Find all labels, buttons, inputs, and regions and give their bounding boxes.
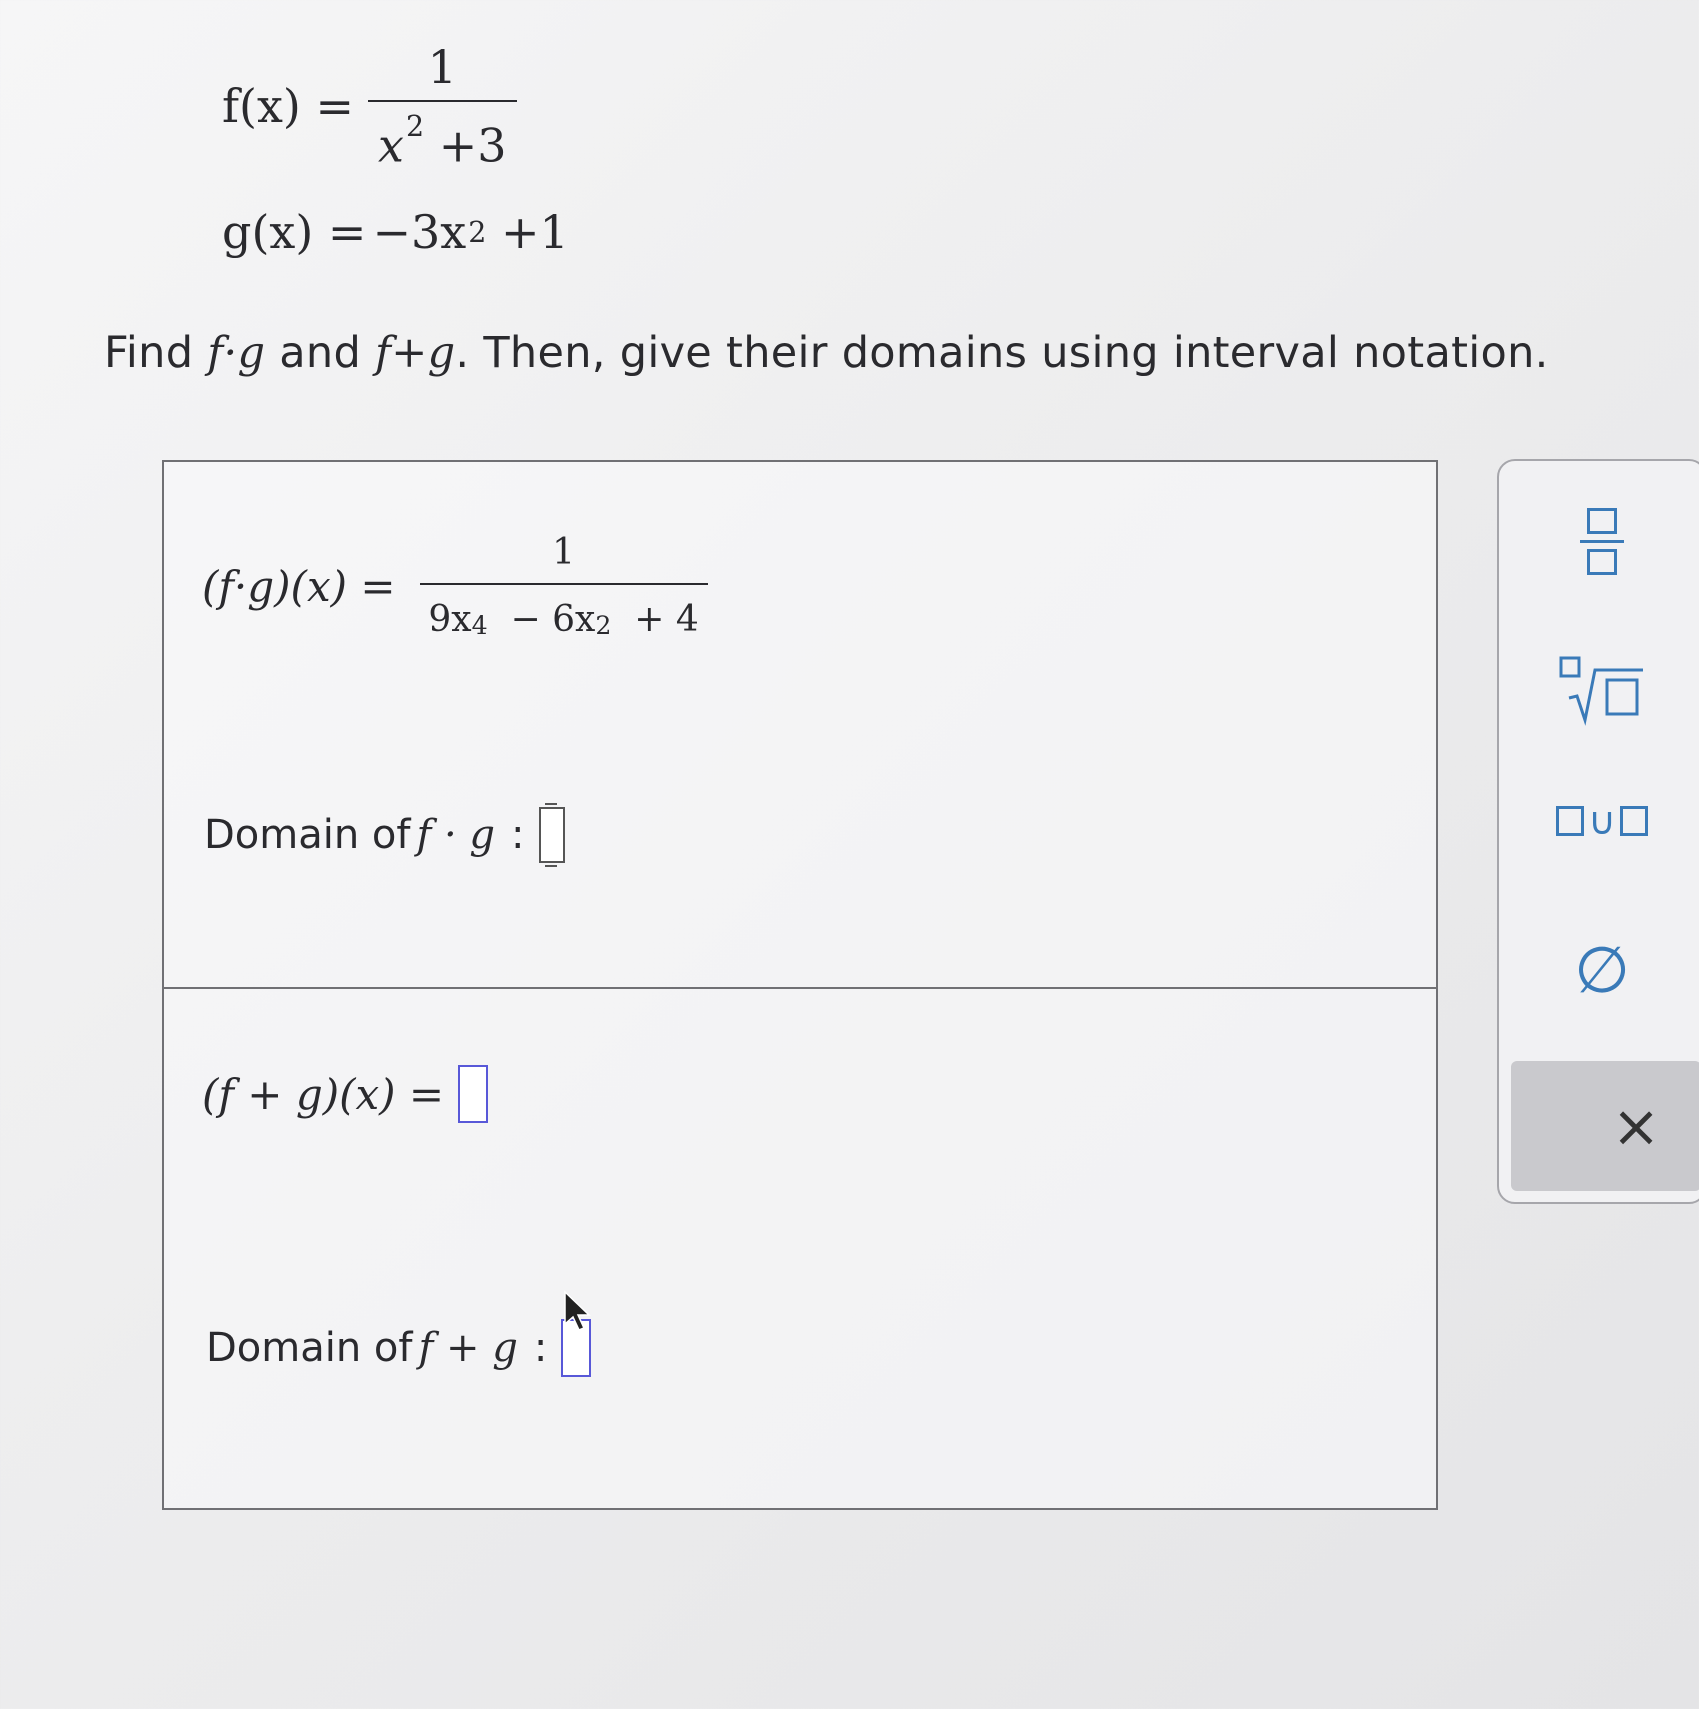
f-denominator: x2 +3 — [368, 100, 517, 173]
f-fraction: 1 x2 +3 — [368, 40, 517, 173]
domain-sum-math: f + g — [418, 1325, 518, 1371]
fraction-button[interactable] — [1499, 491, 1699, 591]
g-rhs-b: +1 — [486, 205, 569, 259]
domain-sum-line: Domain of f + g : — [206, 1319, 592, 1377]
product-den-term-1: 9x — [428, 599, 472, 640]
union-button[interactable]: ∪ — [1499, 771, 1699, 871]
product-den-exp-1: 4 — [471, 611, 488, 640]
domain-sum-label: Domain of — [206, 1325, 413, 1371]
nth-root-icon — [1559, 656, 1643, 726]
product-lhs: (f·g)(x) = — [202, 561, 396, 611]
f-den-rest: +3 — [424, 118, 507, 173]
math-toolbar: ∪ ∅ × — [1497, 459, 1699, 1204]
prompt-math-fg: f·g — [207, 328, 266, 378]
product-expression: (f·g)(x) = 1 9x 4 − 6x 2 + 4 — [202, 532, 708, 640]
g-lhs: g(x) = — [222, 205, 367, 259]
function-f-definition: f(x) = 1 x2 +3 — [222, 40, 517, 173]
function-g-definition: g(x) = −3x 2 +1 — [222, 205, 569, 259]
domain-sum-colon: : — [533, 1325, 548, 1371]
f-numerator: 1 — [427, 40, 457, 94]
product-den-term-3: + 4 — [611, 599, 699, 640]
question-prompt: Find f·g and f+g. Then, give their domai… — [104, 328, 1549, 378]
domain-product-math: f · g — [416, 812, 496, 858]
prompt-text-3: . Then, give their domains using interva… — [455, 328, 1549, 378]
product-fraction: 1 9x 4 − 6x 2 + 4 — [419, 532, 708, 640]
product-section: (f·g)(x) = 1 9x 4 − 6x 2 + 4 Domain of f ·… — [164, 462, 1436, 989]
g-rhs-a: −3x — [372, 205, 467, 259]
prompt-text-2: and — [265, 328, 376, 378]
domain-product-input[interactable] — [538, 803, 565, 867]
clear-button[interactable]: × — [1511, 1061, 1699, 1191]
union-icon: ∪ — [1588, 799, 1616, 843]
nth-root-button[interactable] — [1499, 641, 1699, 741]
domain-product-colon: : — [511, 812, 525, 858]
domain-product-label: Domain of — [204, 812, 411, 858]
empty-set-button[interactable]: ∅ — [1499, 921, 1699, 1021]
sum-lhs: (f + g)(x) = — [202, 1069, 445, 1119]
close-icon: × — [1611, 1092, 1661, 1160]
f-den-exponent: 2 — [405, 110, 425, 143]
sum-section: (f + g)(x) = Domain of f + g : — [164, 987, 1436, 1510]
f-den-base: x — [378, 118, 404, 173]
product-den-term-2: − 6x — [487, 599, 596, 640]
answer-panel: (f·g)(x) = 1 9x 4 − 6x 2 + 4 Domain of f ·… — [162, 460, 1438, 1510]
sum-expression: (f + g)(x) = — [202, 1065, 489, 1123]
empty-set-icon: ∅ — [1574, 934, 1630, 1008]
g-rhs-exponent: 2 — [468, 215, 487, 249]
product-den-exp-2: 2 — [595, 611, 612, 640]
mouse-cursor-icon — [564, 1290, 591, 1331]
sum-answer-input[interactable] — [458, 1065, 489, 1123]
fraction-icon — [1580, 507, 1624, 575]
prompt-math-fpg: f+g — [375, 328, 456, 378]
union-left-box-icon — [1556, 806, 1585, 836]
product-numerator: 1 — [552, 532, 576, 573]
product-denominator: 9x 4 − 6x 2 + 4 — [419, 583, 708, 640]
f-lhs: f(x) = — [222, 79, 355, 134]
union-right-box-icon — [1619, 806, 1648, 836]
prompt-text-1: Find — [104, 328, 208, 378]
domain-product-line: Domain of f · g : — [204, 803, 565, 867]
